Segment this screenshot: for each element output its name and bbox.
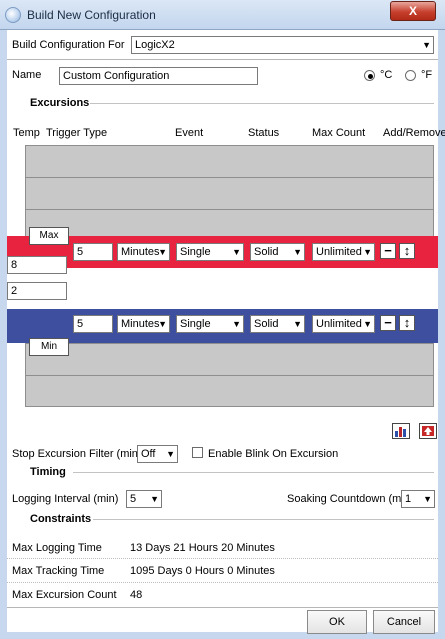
column-header-add-remove: Add/Remove (383, 127, 445, 139)
band-divider (25, 375, 434, 376)
soaking-countdown-select[interactable]: 1 ▼ (401, 490, 435, 508)
safe-range-band (7, 268, 438, 309)
excursions-section-label: Excursions (30, 97, 90, 109)
max-status-select[interactable]: Solid ▼ (250, 243, 305, 261)
min-trigger-unit-value: Minutes (121, 318, 160, 330)
max-tracking-time-label: Max Tracking Time (12, 565, 105, 577)
section-rule (90, 103, 434, 104)
max-event-select[interactable]: Single ▼ (176, 243, 244, 261)
column-header-status: Status (248, 127, 280, 139)
build-for-label: Build Configuration For (12, 39, 125, 51)
chevron-down-icon: ▼ (150, 494, 159, 504)
column-header-temp: Temp (13, 127, 40, 139)
max-event-value: Single (180, 246, 211, 258)
window-frame-right (438, 30, 445, 639)
band-divider (25, 177, 434, 178)
min-trigger-unit-select[interactable]: Minutes ▼ (117, 315, 170, 333)
build-for-select[interactable]: LogicX2 ▼ (131, 36, 434, 54)
row-divider (7, 582, 438, 583)
enable-blink-label: Enable Blink On Excursion (208, 448, 339, 460)
max-tag: Max (29, 227, 69, 245)
min-temp-input[interactable]: 2 (7, 282, 67, 300)
name-input[interactable]: Custom Configuration (59, 67, 258, 85)
logging-interval-label: Logging Interval (min) (12, 493, 119, 505)
chevron-down-icon: ▼ (232, 247, 241, 257)
divider (7, 607, 438, 608)
max-logging-time-value: 13 Days 21 Hours 20 Minutes (130, 542, 275, 554)
stop-filter-value: Off (141, 448, 156, 460)
stop-filter-select[interactable]: Off ▼ (137, 445, 178, 463)
chevron-down-icon: ▼ (422, 40, 431, 50)
column-header-trigger-type: Trigger Type (46, 127, 108, 139)
column-header-max-count: Max Count (312, 127, 366, 139)
section-rule (73, 472, 434, 473)
chevron-down-icon: ▼ (232, 319, 241, 329)
celsius-radio[interactable] (364, 70, 375, 81)
chevron-down-icon: ▼ (423, 494, 432, 504)
enable-blink-checkbox[interactable] (192, 447, 203, 458)
celsius-label: °C (380, 69, 393, 81)
window-frame-left (0, 30, 7, 639)
min-event-value: Single (180, 318, 211, 330)
window-title: Build New Configuration (27, 8, 156, 22)
close-button[interactable]: X (390, 1, 436, 21)
chevron-down-icon: ▼ (363, 247, 372, 257)
max-excursion-count-label: Max Excursion Count (12, 589, 117, 601)
ok-button[interactable]: OK (307, 610, 367, 634)
chevron-down-icon: ▼ (363, 319, 372, 329)
max-remove-button[interactable]: − (380, 243, 396, 259)
min-event-select[interactable]: Single ▼ (176, 315, 244, 333)
constraints-section-label: Constraints (30, 513, 92, 525)
max-trigger-unit-value: Minutes (121, 246, 160, 258)
fahrenheit-label: °F (421, 69, 433, 81)
max-temp-input[interactable]: 8 (7, 256, 67, 274)
max-count-value: Unlimited (316, 246, 362, 258)
build-for-value: LogicX2 (135, 39, 175, 51)
soaking-countdown-value: 1 (405, 493, 412, 505)
soaking-countdown-label: Soaking Countdown (min) (287, 493, 414, 505)
column-header-event: Event (175, 127, 204, 139)
name-label: Name (12, 69, 42, 81)
band-divider (25, 209, 434, 210)
cancel-button[interactable]: Cancel (373, 610, 435, 634)
section-rule (93, 519, 434, 520)
chevron-down-icon: ▼ (158, 319, 167, 329)
chevron-down-icon: ▼ (158, 247, 167, 257)
chevron-down-icon: ▼ (293, 319, 302, 329)
export-icon[interactable] (419, 423, 437, 439)
max-trigger-value-input[interactable]: 5 (73, 243, 113, 261)
app-icon (5, 7, 21, 23)
logging-interval-value: 5 (130, 493, 137, 505)
max-status-value: Solid (254, 246, 279, 258)
min-remove-button[interactable]: − (380, 315, 396, 331)
min-move-button[interactable]: ↕ (399, 315, 415, 331)
max-logging-time-label: Max Logging Time (12, 542, 102, 554)
max-excursion-count-value: 48 (130, 589, 143, 601)
max-tracking-time-value: 1095 Days 0 Hours 0 Minutes (130, 565, 275, 577)
logging-interval-select[interactable]: 5 ▼ (126, 490, 162, 508)
timing-section-label: Timing (30, 466, 66, 478)
stop-filter-label: Stop Excursion Filter (min) (12, 448, 142, 460)
max-trigger-unit-select[interactable]: Minutes ▼ (117, 243, 170, 261)
min-status-select[interactable]: Solid ▼ (250, 315, 305, 333)
chart-icon[interactable] (392, 423, 410, 439)
min-count-select[interactable]: Unlimited ▼ (312, 315, 375, 333)
min-trigger-value-input[interactable]: 5 (73, 315, 113, 333)
chevron-down-icon: ▼ (166, 449, 175, 459)
max-move-button[interactable]: ↕ (399, 243, 415, 259)
divider (7, 59, 438, 60)
chevron-down-icon: ▼ (293, 247, 302, 257)
band-divider (25, 343, 434, 344)
min-count-value: Unlimited (316, 318, 362, 330)
min-status-value: Solid (254, 318, 279, 330)
min-tag: Min (29, 338, 69, 356)
max-count-select[interactable]: Unlimited ▼ (312, 243, 375, 261)
row-divider (7, 558, 438, 559)
fahrenheit-radio[interactable] (405, 70, 416, 81)
